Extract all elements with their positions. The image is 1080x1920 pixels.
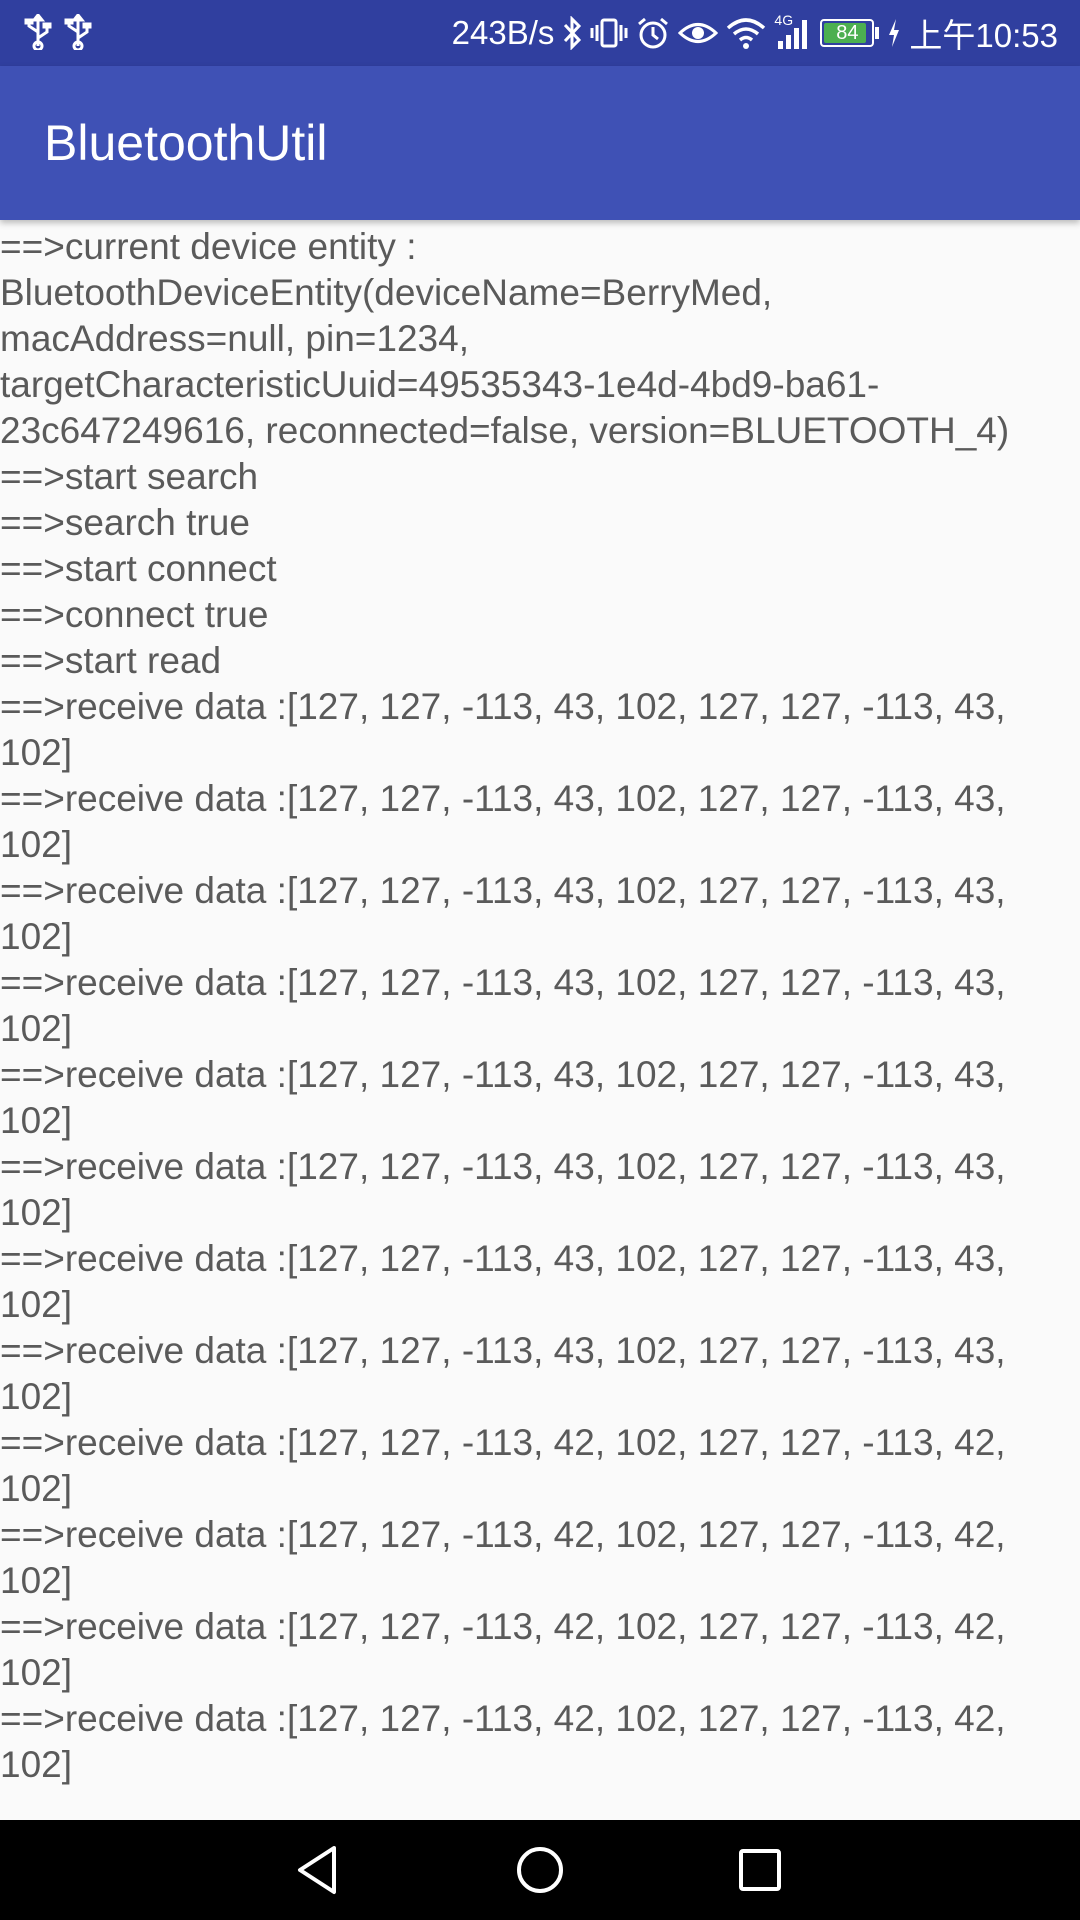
home-icon[interactable] bbox=[510, 1840, 570, 1900]
charging-icon bbox=[889, 19, 900, 47]
log-line: ==>search true bbox=[0, 502, 250, 543]
log-line: ==>receive data :[127, 127, -113, 43, 10… bbox=[0, 686, 1016, 773]
clock: 上午10:53 bbox=[909, 17, 1058, 54]
app-title: BluetoothUtil bbox=[44, 115, 328, 171]
status-icons: 243B/s 4G 84 上午10:53 bbox=[452, 0, 1058, 66]
log-line: ==>receive data :[127, 127, -113, 43, 10… bbox=[0, 1330, 1016, 1417]
log-output[interactable]: ==>current device entity : BluetoothDevi… bbox=[0, 224, 1036, 1820]
eye-icon bbox=[678, 23, 719, 43]
log-line: ==>receive data :[127, 127, -113, 43, 10… bbox=[0, 1054, 1016, 1141]
status-bar: 243B/s 4G 84 上午10:53 bbox=[0, 0, 1080, 66]
vibrate-icon bbox=[590, 18, 628, 48]
bluetooth-icon bbox=[564, 16, 582, 50]
back-icon[interactable] bbox=[290, 1840, 350, 1900]
usb-icon bbox=[64, 14, 92, 50]
log-line: ==>start search bbox=[0, 456, 259, 497]
battery-level: 84 bbox=[836, 22, 859, 44]
log-line: ==>receive data :[127, 127, -113, 42, 10… bbox=[0, 1514, 1016, 1601]
alarm-icon bbox=[638, 17, 669, 49]
log-line: ==>receive data :[127, 127, -113, 42, 10… bbox=[0, 1422, 1016, 1509]
log-line: ==>receive data :[127, 127, -113, 43, 10… bbox=[0, 962, 1016, 1049]
log-line: ==>start read bbox=[0, 640, 222, 681]
recents-icon[interactable] bbox=[730, 1840, 790, 1900]
navigation-bar bbox=[0, 1820, 1080, 1920]
network-speed: 243B/s bbox=[451, 14, 555, 51]
wifi-icon bbox=[727, 18, 766, 49]
log-line: ==>receive data :[127, 127, -113, 42, 10… bbox=[0, 1698, 1016, 1785]
log-line: ==>current device entity : BluetoothDevi… bbox=[0, 226, 1010, 451]
log-line: ==>receive data :[127, 127, -113, 43, 10… bbox=[0, 778, 1016, 865]
log-line: ==>receive data :[127, 127, -113, 42, 10… bbox=[0, 1606, 1016, 1693]
log-line: ==>start connect bbox=[0, 548, 277, 589]
log-line: ==>receive data :[127, 127, -113, 43, 10… bbox=[0, 1146, 1016, 1233]
usb-icon bbox=[24, 14, 52, 50]
app-bar: BluetoothUtil bbox=[0, 66, 1080, 220]
signal-icon: 4G bbox=[774, 13, 812, 51]
log-line: ==>connect true bbox=[0, 594, 269, 635]
battery-icon: 84 bbox=[820, 19, 875, 47]
log-line: ==>receive data :[127, 127, -113, 43, 10… bbox=[0, 870, 1016, 957]
log-line: ==>receive data :[127, 127, -113, 43, 10… bbox=[0, 1238, 1016, 1325]
